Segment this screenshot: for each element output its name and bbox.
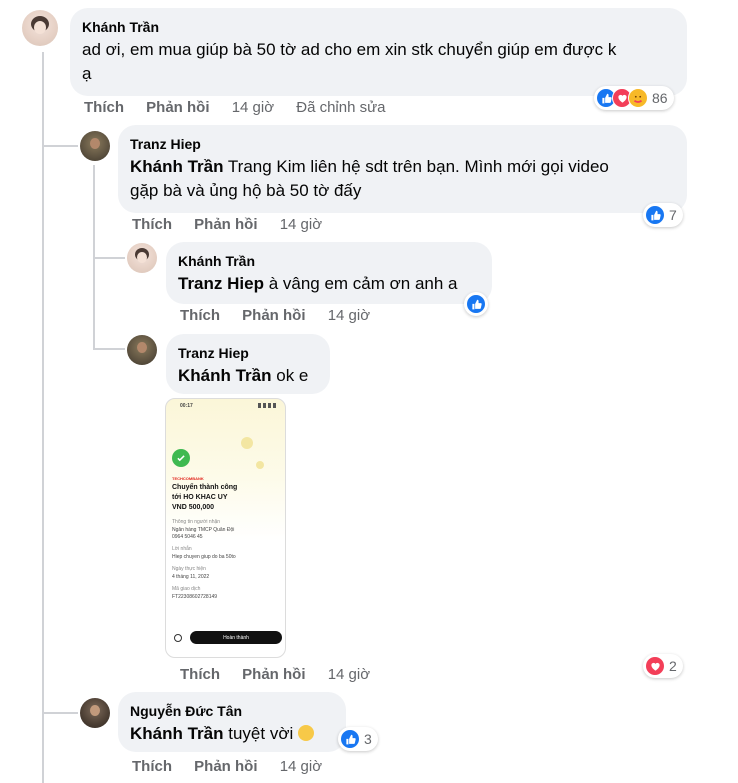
comment-text-body: à vâng em cảm ơn anh a <box>263 274 458 293</box>
recipient-info-label: Thông tin người nhận <box>172 519 221 525</box>
phone-status-icons <box>258 403 278 408</box>
comment-actions: Thích Phản hồi 14 giờ Đã chỉnh sửa <box>84 99 386 117</box>
clapping-hands-icon <box>297 725 314 741</box>
mention-link[interactable]: Khánh Trần <box>178 366 272 385</box>
coin-decoration <box>241 437 253 449</box>
comment-bubble: Tranz Hiep Khánh Trần Trang Kim liên hệ … <box>118 125 687 213</box>
reply-button[interactable]: Phản hồi <box>194 758 257 775</box>
like-button[interactable]: Thích <box>180 307 220 324</box>
reaction-summary[interactable]: 2 <box>643 654 683 678</box>
mention-link[interactable]: Tranz Hiep <box>178 274 264 293</box>
note-label: Lời nhắn <box>172 546 192 552</box>
like-button[interactable]: Thích <box>132 758 172 775</box>
date-label: Ngày thực hiện <box>172 566 206 572</box>
like-reaction-icon <box>340 729 360 749</box>
reaction-count: 2 <box>669 658 677 674</box>
comment-author[interactable]: Khánh Trần <box>178 252 480 270</box>
transfer-recipient: tới HO KHAC UY <box>172 494 228 501</box>
avatar[interactable] <box>127 243 157 273</box>
thread-line-branch <box>93 257 125 259</box>
comment-timestamp[interactable]: 14 giờ <box>280 216 322 233</box>
bank-logo: TECHCOMBANK <box>172 476 204 481</box>
reaction-summary[interactable]: 3 <box>338 727 378 751</box>
comment-text-body: Trang Kim liên hệ sdt trên bạn. Mình mới… <box>223 157 609 176</box>
comment-bubble: Khánh Trần ad ơi, em mua giúp bà 50 tờ a… <box>70 8 687 96</box>
love-reaction-icon <box>645 656 665 676</box>
phone-status-time: 00:17 <box>180 403 193 409</box>
comment-timestamp[interactable]: 14 giờ <box>232 99 274 116</box>
comment-bubble: Tranz Hiep Khánh Trần ok e <box>166 334 330 394</box>
done-button-label: Hoàn thành <box>223 634 249 641</box>
note-text: Hiep chuyen giup do ba 50to <box>172 554 236 560</box>
comment-bubble: Khánh Trần Tranz Hiep à vâng em cảm ơn a… <box>166 242 492 304</box>
like-reaction-icon <box>466 294 486 314</box>
avatar[interactable] <box>127 335 157 365</box>
thread-line-branch <box>42 145 78 147</box>
comment-text-continued: gặp bà và ủng hộ bà 50 tờ đấy <box>130 181 362 200</box>
done-button: Hoàn thành <box>190 631 282 644</box>
date-value: 4 tháng 11, 2022 <box>172 574 210 580</box>
recipient-account: 0964 5046 45 <box>172 534 203 540</box>
avatar[interactable] <box>80 131 110 161</box>
transfer-title: Chuyển thành công <box>172 484 238 491</box>
comment-text-body: tuyệt vời <box>223 724 294 743</box>
comment-author[interactable]: Tranz Hiep <box>130 135 675 153</box>
reply-button[interactable]: Phản hồi <box>146 99 209 116</box>
success-check-icon <box>172 449 190 467</box>
care-reaction-icon <box>628 88 648 108</box>
reaction-summary[interactable]: 7 <box>643 203 683 227</box>
comment-timestamp[interactable]: 14 giờ <box>280 758 322 775</box>
comment-text-continued: ạ <box>82 64 92 83</box>
comment-actions: Thích Phản hồi 14 giờ <box>180 307 388 325</box>
comment-actions: Thích Phản hồi 14 giờ <box>132 758 340 776</box>
mention-link[interactable]: Khánh Trần <box>130 157 224 176</box>
comment-text: Tranz Hiep à vâng em cảm ơn anh a <box>178 272 480 296</box>
comment-timestamp[interactable]: 14 giờ <box>328 666 370 683</box>
reaction-summary[interactable] <box>464 292 488 316</box>
like-button[interactable]: Thích <box>180 666 220 683</box>
avatar[interactable] <box>22 10 58 46</box>
reaction-count: 86 <box>652 90 668 106</box>
comment-author[interactable]: Khánh Trần <box>82 18 675 36</box>
comment-text: Khánh Trần ok e <box>178 364 318 388</box>
like-reaction-icon <box>645 205 665 225</box>
transfer-amount: VND 500,000 <box>172 504 215 511</box>
reply-button[interactable]: Phản hồi <box>242 307 305 324</box>
comment-bubble: Nguyễn Đức Tân Khánh Trần tuyệt vời <box>118 692 346 752</box>
comment-actions: Thích Phản hồi 14 giờ <box>180 666 388 684</box>
comment-text: Khánh Trần tuyệt vời <box>130 722 334 746</box>
reply-button[interactable]: Phản hồi <box>194 216 257 233</box>
mention-link[interactable]: Khánh Trần <box>130 724 224 743</box>
reaction-count: 3 <box>364 731 372 747</box>
thread-line-branch <box>93 348 125 350</box>
like-button[interactable]: Thích <box>84 99 124 116</box>
avatar[interactable] <box>80 698 110 728</box>
comment-text: ad ơi, em mua giúp bà 50 tờ ad cho em xi… <box>82 40 617 59</box>
attached-screenshot[interactable]: 00:17 TECHCOMBANK Chuyển thành công tới … <box>165 398 286 658</box>
comment-text-body: ok e <box>271 366 309 385</box>
like-button[interactable]: Thích <box>132 216 172 233</box>
txn-value: FT22308602728149 <box>172 594 218 600</box>
share-icon <box>174 634 182 642</box>
comment-timestamp[interactable]: 14 giờ <box>328 307 370 324</box>
txn-label: Mã giao dịch <box>172 586 201 592</box>
recipient-bank: Ngân hàng TMCP Quân Đội <box>172 527 235 533</box>
reaction-summary[interactable]: 86 <box>594 86 674 110</box>
reply-button[interactable]: Phản hồi <box>242 666 305 683</box>
comment-author[interactable]: Nguyễn Đức Tân <box>130 702 334 720</box>
thread-line-main <box>42 52 44 783</box>
coin-decoration <box>256 461 264 469</box>
comment-author[interactable]: Tranz Hiep <box>178 344 318 362</box>
reaction-count: 7 <box>669 207 677 223</box>
comment-actions: Thích Phản hồi 14 giờ <box>132 216 340 234</box>
edited-label: Đã chỉnh sửa <box>296 99 386 116</box>
thread-line-branch <box>42 712 78 714</box>
comment-text: Khánh Trần Trang Kim liên hệ sdt trên bạ… <box>130 155 675 179</box>
